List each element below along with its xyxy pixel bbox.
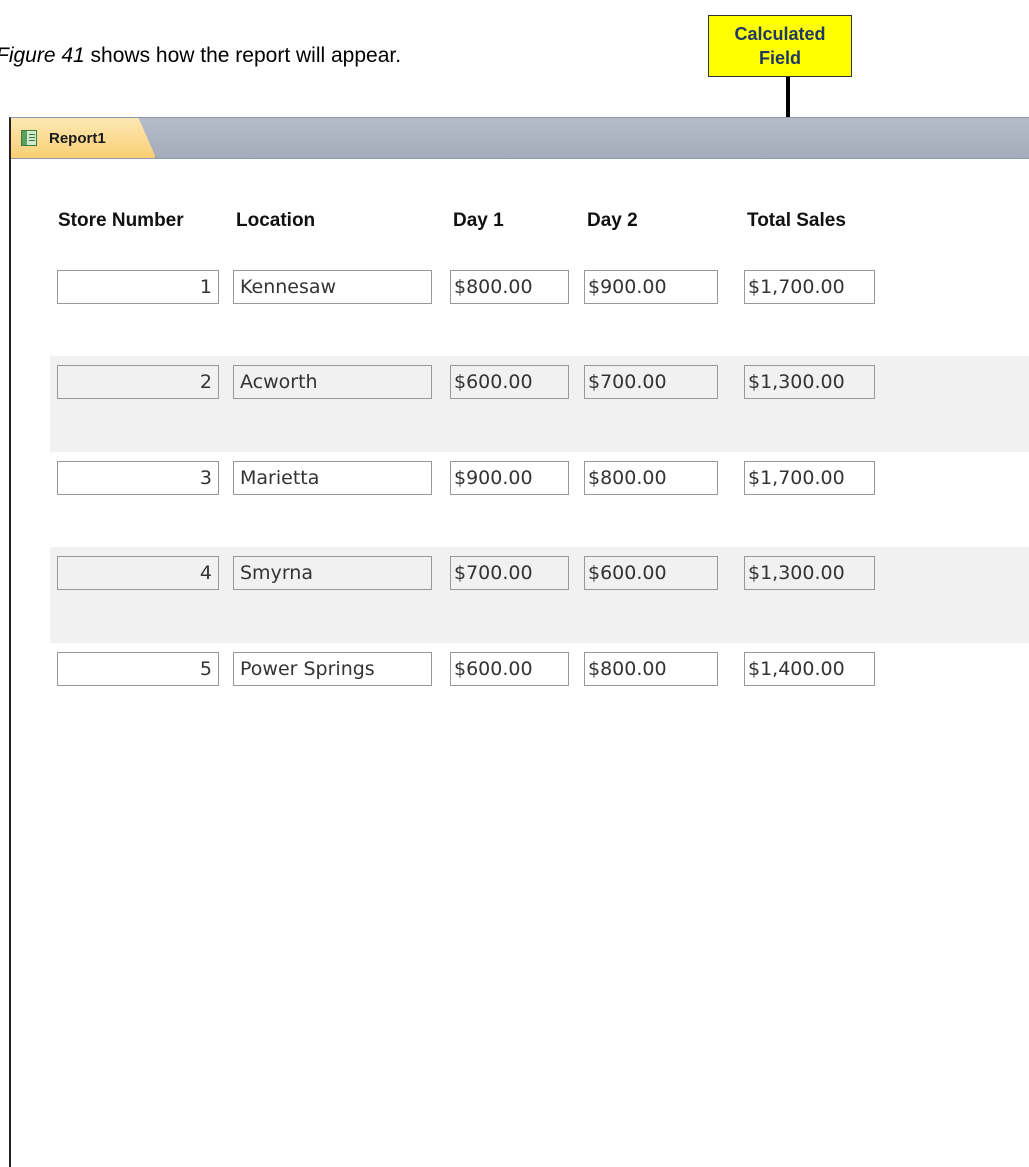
callout-line-1: Calculated	[734, 24, 826, 44]
store-number-field[interactable]: 2	[57, 365, 219, 399]
location-field[interactable]: Acworth	[233, 365, 432, 399]
day-2-field[interactable]: $800.00	[584, 461, 718, 495]
total-sales-field[interactable]: $1,400.00	[744, 652, 875, 686]
location-field[interactable]: Smyrna	[233, 556, 432, 590]
intro-text: Figure 41 shows how the report will appe…	[0, 44, 401, 68]
day-1-field[interactable]: $600.00	[450, 652, 569, 686]
calculated-field-callout: Calculated Field	[708, 15, 852, 77]
location-field[interactable]: Power Springs	[233, 652, 432, 686]
report-header-row: Store Number Location Day 1 Day 2 Total …	[0, 210, 1029, 240]
header-location: Location	[236, 210, 316, 231]
document-tab-bar: Report1	[11, 118, 1029, 159]
day-2-field[interactable]: $900.00	[584, 270, 718, 304]
day-1-field[interactable]: $600.00	[450, 365, 569, 399]
store-number-field[interactable]: 1	[57, 270, 219, 304]
figure-reference: Figure 41	[0, 44, 85, 67]
store-number-field[interactable]: 3	[57, 461, 219, 495]
total-sales-field[interactable]: $1,300.00	[744, 556, 875, 590]
report-icon	[21, 130, 37, 146]
location-field[interactable]: Marietta	[233, 461, 432, 495]
store-number-field[interactable]: 4	[57, 556, 219, 590]
callout-line-2: Field	[758, 48, 801, 68]
tab-report1-label: Report1	[49, 129, 106, 147]
day-2-field[interactable]: $800.00	[584, 652, 718, 686]
day-2-field[interactable]: $700.00	[584, 365, 718, 399]
day-2-field[interactable]: $600.00	[584, 556, 718, 590]
day-1-field[interactable]: $900.00	[450, 461, 569, 495]
tab-report1[interactable]: Report1	[11, 118, 156, 158]
day-1-field[interactable]: $700.00	[450, 556, 569, 590]
total-sales-field[interactable]: $1,700.00	[744, 461, 875, 495]
header-store-number: Store Number	[58, 210, 184, 231]
store-number-field[interactable]: 5	[57, 652, 219, 686]
total-sales-field[interactable]: $1,300.00	[744, 365, 875, 399]
total-sales-field[interactable]: $1,700.00	[744, 270, 875, 304]
location-field[interactable]: Kennesaw	[233, 270, 432, 304]
day-1-field[interactable]: $800.00	[450, 270, 569, 304]
header-day-1: Day 1	[453, 210, 504, 231]
header-total-sales: Total Sales	[747, 210, 846, 231]
intro-sentence: shows how the report will appear.	[84, 44, 402, 67]
header-day-2: Day 2	[587, 210, 638, 231]
